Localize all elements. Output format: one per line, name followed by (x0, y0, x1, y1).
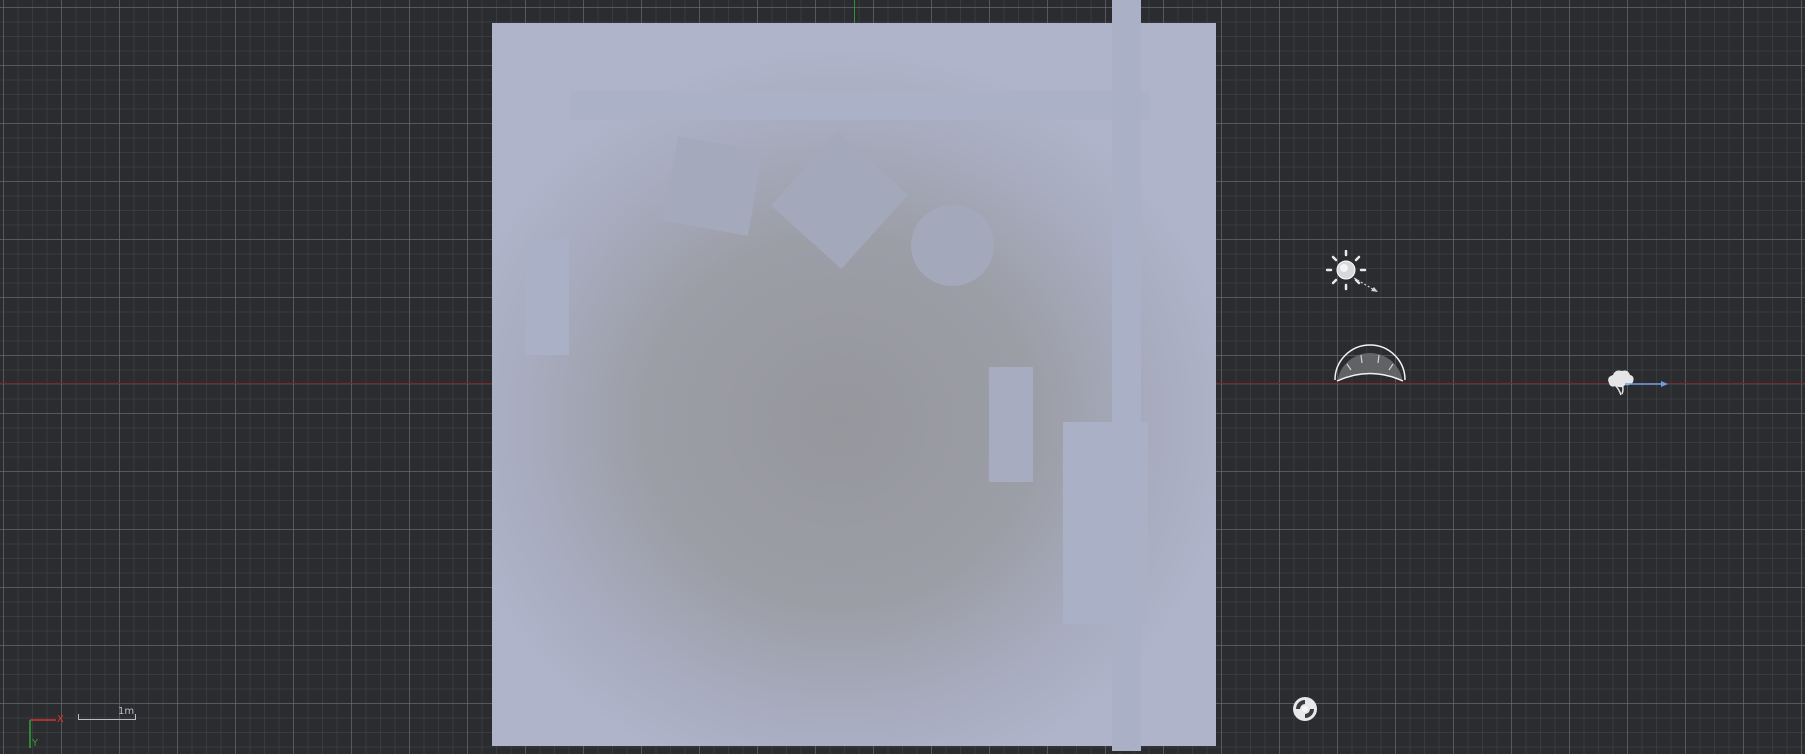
y-axis-line (854, 0, 855, 24)
wind-icon[interactable] (1605, 367, 1669, 403)
square-table[interactable] (663, 136, 763, 236)
room-floor[interactable] (492, 23, 1216, 746)
3d-viewport[interactable]: X Y 1m (0, 0, 1805, 751)
vertical-wall-strip[interactable] (1112, 0, 1141, 751)
top-shelf[interactable] (571, 91, 1149, 120)
dome-light-icon[interactable] (1333, 344, 1407, 386)
sun-light-icon[interactable] (1325, 249, 1382, 298)
round-object[interactable] (911, 205, 994, 286)
left-cabinet[interactable] (525, 239, 569, 355)
right-small-box[interactable] (989, 367, 1033, 482)
sphere-probe-icon[interactable] (1292, 696, 1318, 726)
gizmo-y-label: Y (32, 738, 39, 749)
scale-bar-label: 1m (118, 706, 135, 717)
rotated-box[interactable] (770, 131, 909, 269)
gizmo-x-label: X (57, 714, 64, 725)
